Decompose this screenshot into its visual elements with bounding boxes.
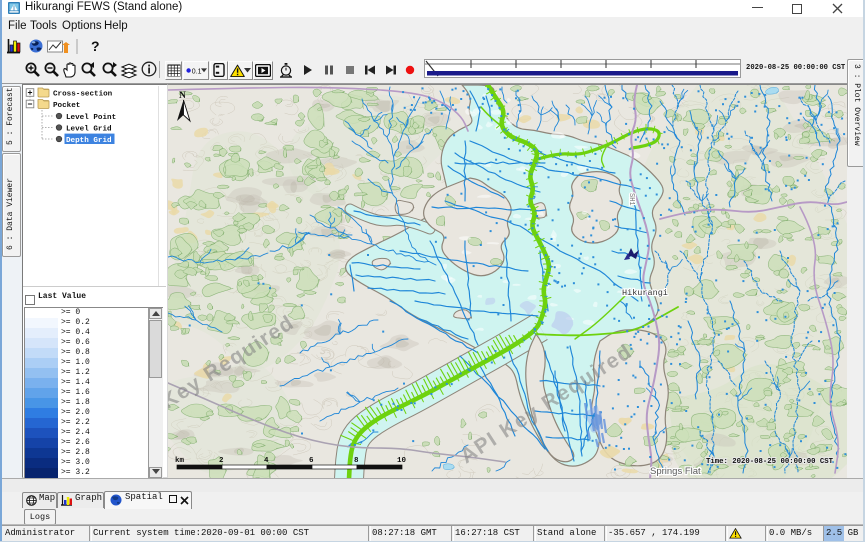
svg-text:Depth Grid: Depth Grid bbox=[66, 137, 112, 145]
svg-text:Level Point: Level Point bbox=[66, 114, 116, 122]
svg-text:Cross-section: Cross-section bbox=[53, 90, 113, 98]
svg-text:Pocket: Pocket bbox=[53, 102, 80, 110]
svg-text:Level Grid: Level Grid bbox=[66, 125, 112, 133]
